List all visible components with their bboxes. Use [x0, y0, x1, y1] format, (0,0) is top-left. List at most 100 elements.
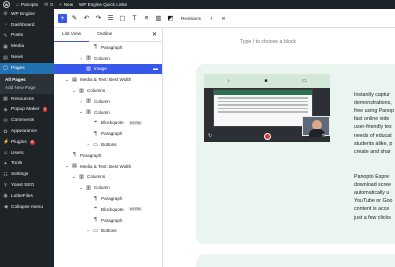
close-icon[interactable]: ✕ [152, 31, 157, 38]
site-name-link[interactable]: ⌂ Panopto [16, 2, 38, 8]
paragraph-line[interactable]: content is acce [354, 205, 389, 213]
list-view-row[interactable]: › ▭ Buttons [54, 226, 162, 237]
list-view-row[interactable]: ¶ Paragraph [54, 150, 162, 161]
chevron-icon[interactable]: ⌄ [72, 88, 76, 94]
chevron-icon[interactable]: › [86, 228, 90, 233]
column-icon[interactable]: ▥ [154, 14, 163, 23]
paragraph-line[interactable]: YouTube or Goo [354, 197, 392, 205]
chevron-icon[interactable]: › [86, 142, 90, 147]
wordpress-logo-icon[interactable]: W [3, 1, 10, 8]
comments-icon: ✉ [3, 117, 8, 124]
block-icon[interactable]: ▢ [118, 14, 127, 23]
list-view-row[interactable]: ⌄ ▥ Columns [54, 85, 162, 96]
mic-icon: ♪ [227, 78, 230, 84]
list-view-row[interactable]: ¶ Paragraph [54, 215, 162, 226]
paragraph-line[interactable]: demonstrations, [354, 99, 392, 107]
collapse-icon: ◀ [3, 204, 8, 211]
sidebar-item-collapse-menu[interactable]: ◀ Collapse menu [0, 202, 54, 213]
list-view-row[interactable]: › ▥ Column [54, 96, 162, 107]
chevron-icon[interactable]: ⌄ [65, 77, 69, 83]
sidebar-item-comments[interactable]: ✉ Comments [0, 115, 54, 126]
comments-link[interactable]: ✉ 0 [44, 2, 53, 8]
resources-icon: ▦ [3, 96, 8, 103]
chevron-icon[interactable]: › [79, 99, 83, 104]
block-inserter-button[interactable]: + [58, 13, 67, 23]
paragraph-line[interactable]: create and shar [354, 148, 391, 156]
block-label: Media & Text: Best Width [80, 77, 132, 83]
tab-outline[interactable]: Outline [89, 28, 120, 42]
list-view-row[interactable]: › ▥ Column [54, 53, 162, 64]
sidebar-item-yoast-seo[interactable]: Y Yoast SEO [0, 180, 54, 191]
sidebar-item-lottiefiles[interactable]: ◉ LottieFiles [0, 191, 54, 202]
paragraph-line[interactable]: needs of educat [354, 132, 392, 140]
collapse-icon[interactable]: « [219, 14, 228, 23]
sidebar-item-media[interactable]: ▣ Media [0, 41, 54, 52]
submenu-item[interactable]: All Pages [0, 75, 54, 84]
paragraph-line[interactable]: free using Panop [354, 107, 394, 115]
list-view-row[interactable]: ⌄ ▤ Media & Text: Best Width [54, 161, 162, 172]
blockquote-icon: ❝ [94, 119, 97, 126]
revisions-button[interactable]: Revisions [178, 16, 204, 21]
tools-icon: ✦ [3, 160, 8, 167]
sidebar-item-news[interactable]: ▤ News [0, 52, 54, 63]
sidebar-item-label: News [11, 55, 23, 61]
sidebar-item-pages[interactable]: ▢ Pages [0, 62, 54, 74]
appearance-icon: ✿ [3, 128, 8, 135]
paragraph-line[interactable]: fast online vide [354, 115, 389, 123]
sidebar-item-popup-maker[interactable]: ◈ Popup Maker 1 [0, 105, 54, 116]
list-view-row[interactable]: › ▭ Buttons [54, 139, 162, 150]
align-icon[interactable]: ≡ [142, 14, 151, 23]
sidebar-item-tools[interactable]: ✦ Tools [0, 159, 54, 170]
list-view-row[interactable]: ⌄ ▥ Column [54, 107, 162, 118]
sidebar-item-posts[interactable]: ✎ Posts [0, 31, 54, 42]
tools-icon[interactable]: ✎ [70, 14, 79, 23]
list-view-row[interactable]: ¶ Paragraph [54, 128, 162, 139]
chevron-icon[interactable]: ⌄ [72, 174, 76, 180]
sidebar-item-resources[interactable]: ▦ Resources [0, 94, 54, 105]
media-text-block-2[interactable] [196, 254, 395, 267]
refresh-icon: ↻ [208, 133, 213, 139]
sidebar-item-settings[interactable]: ☷ Settings [0, 169, 54, 180]
video-thumbnail[interactable]: ♪ ■ ▭ ↻ ✲ [204, 74, 330, 142]
submenu-item[interactable]: Add New Page [0, 83, 54, 92]
paragraph-line[interactable]: students alike, p [354, 140, 392, 148]
list-view-tabs: List View Outline ✕ [54, 28, 162, 42]
list-view-row[interactable]: ❝ Blockquote h4 Ric [54, 204, 162, 215]
redo-icon[interactable]: ↷ [94, 14, 103, 23]
chevron-icon[interactable]: › [79, 56, 83, 61]
sidebar-item-wp-engine[interactable]: ⚙ WP Engine [0, 9, 54, 20]
options-icon[interactable]: ▬ [153, 66, 158, 72]
new-content-link[interactable]: + New [59, 2, 73, 8]
sidebar-item-dashboard[interactable]: ◔ Dashboard [0, 20, 54, 31]
tab-list-view[interactable]: List View [54, 28, 90, 42]
undo-icon[interactable]: ↶ [82, 14, 91, 23]
list-view-row[interactable]: ¶ Paragraph [54, 42, 162, 53]
list-view-row[interactable]: ⌄ ▥ Columns [54, 172, 162, 183]
chevron-left-icon[interactable]: ‹ [207, 14, 216, 23]
chevron-icon[interactable]: ⌄ [79, 185, 83, 191]
list-view-row[interactable]: ⌄ ▤ Media & Text: Best Width [54, 74, 162, 85]
list-view-icon[interactable]: ☰ [106, 14, 115, 23]
sidebar-item-plugins[interactable]: ⚡ Plugins 8 [0, 137, 54, 148]
paragraph-line[interactable]: Instantly captur [354, 91, 390, 99]
video-icon-bar: ♪ ■ ▭ [204, 74, 330, 88]
list-view-row[interactable]: ❝ Blockquote h4 Ric [54, 118, 162, 129]
chevron-icon[interactable]: ⌄ [79, 109, 83, 115]
list-view-row[interactable]: ▨ Image ▬ [54, 63, 162, 75]
heading-icon[interactable]: T [130, 14, 139, 23]
paragraph-line[interactable]: automatically u [354, 189, 389, 197]
paragraph-line[interactable]: user-friendly tex [354, 123, 392, 131]
chevron-icon[interactable]: ⌄ [65, 163, 69, 169]
paragraph-line[interactable]: Panopto Expre [354, 173, 389, 181]
sidebar-item-appearance[interactable]: ✿ Appearance [0, 126, 54, 137]
list-view-row[interactable]: ¶ Paragraph [54, 193, 162, 204]
paragraph-line[interactable]: download scree [354, 181, 391, 189]
cover-icon[interactable]: ◩ [166, 14, 175, 23]
block-label: Blockquote [101, 206, 124, 212]
list-view-row[interactable]: ⌄ ▥ Column [54, 182, 162, 193]
paragraph-line[interactable]: just a few clicks [354, 214, 391, 222]
quick-links-link[interactable]: WP Engine Quick Links [79, 2, 127, 7]
sidebar-item-users[interactable]: ☺ Users [0, 148, 54, 159]
block-placeholder[interactable]: Type / to choose a block [240, 39, 296, 45]
dashboard-icon: ◔ [3, 22, 8, 29]
